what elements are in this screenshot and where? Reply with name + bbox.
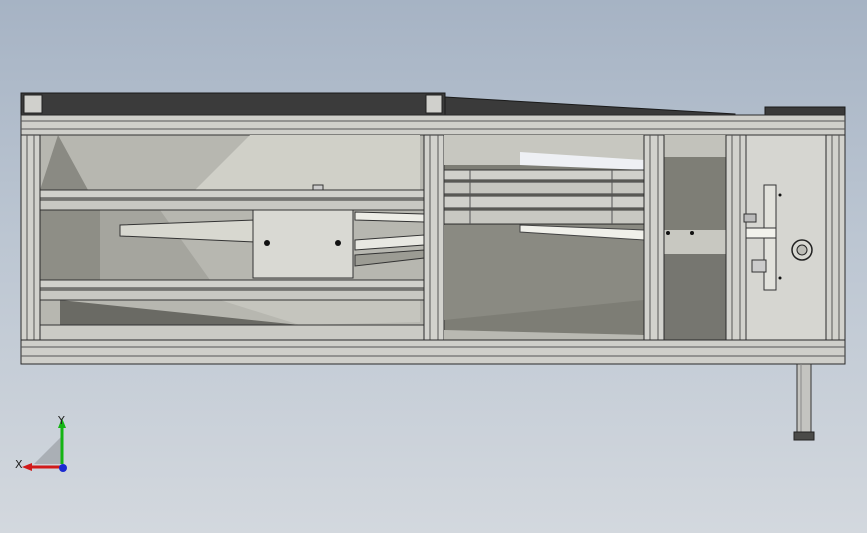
triad-base-shade <box>34 436 62 464</box>
right-posts[interactable] <box>825 134 846 346</box>
cad-viewport[interactable]: Y X <box>0 0 867 533</box>
inner-chamber[interactable] <box>663 134 727 341</box>
top-frame-rail[interactable] <box>20 114 846 136</box>
x-axis-label: X <box>15 458 23 471</box>
middle-chamber[interactable] <box>443 134 645 345</box>
top-cover-left[interactable] <box>20 92 446 116</box>
axis-triad: Y X <box>15 414 67 472</box>
bottom-frame-rail[interactable] <box>20 339 846 365</box>
right-chamber[interactable] <box>743 134 827 341</box>
z-axis-dot <box>59 464 67 472</box>
x-axis-arrow <box>22 463 32 471</box>
machine-assembly-model[interactable] <box>0 0 867 533</box>
mounting-plate[interactable] <box>252 209 354 279</box>
support-leg[interactable] <box>793 363 815 441</box>
adjustment-knob[interactable] <box>791 239 813 261</box>
y-axis-label: Y <box>57 414 65 427</box>
